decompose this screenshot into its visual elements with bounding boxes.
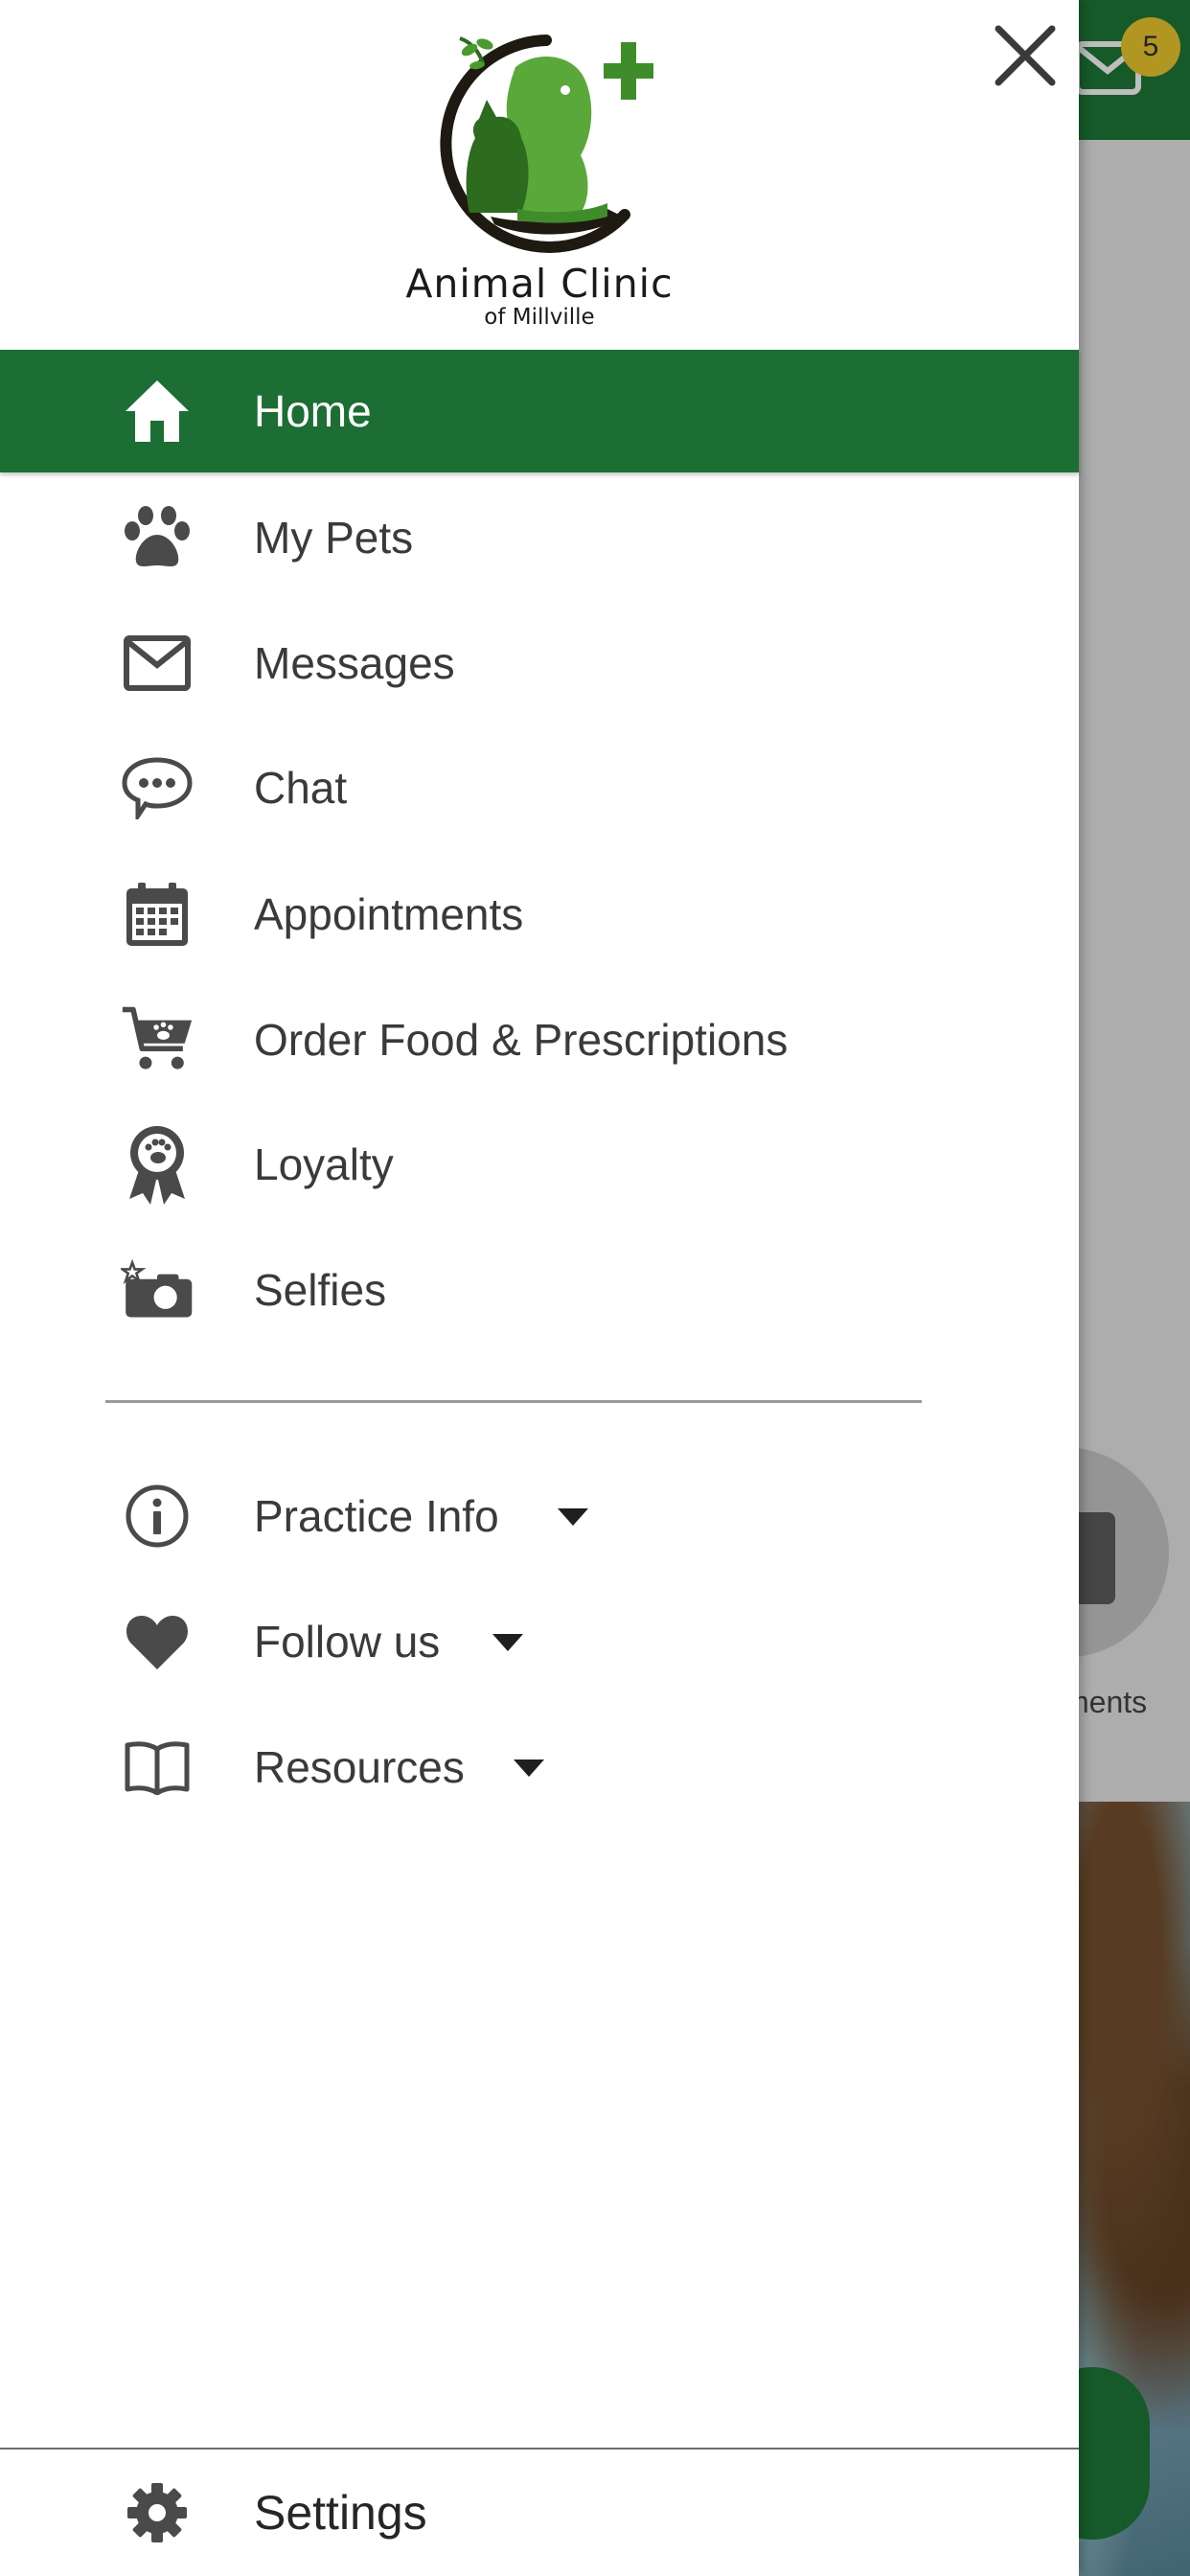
chat-bubble-icon <box>121 751 194 824</box>
menu-label: Resources <box>254 1742 465 1792</box>
menu-item-home[interactable]: Home <box>0 350 1079 472</box>
menu-item-order-food[interactable]: Order Food & Prescriptions <box>0 979 1079 1100</box>
menu-label: Selfies <box>254 1265 387 1315</box>
navigation-drawer: Animal Clinic of Millville Home My Pets <box>0 0 1079 2576</box>
menu-item-selfies[interactable]: Selfies <box>0 1230 1079 1350</box>
clinic-location: of Millville <box>484 305 595 330</box>
chevron-down-icon[interactable] <box>492 1634 523 1651</box>
chevron-down-icon[interactable] <box>514 1760 544 1777</box>
award-ribbon-icon <box>121 1126 194 1205</box>
chevron-down-icon[interactable] <box>558 1508 588 1526</box>
menu-label: Practice Info <box>254 1491 499 1541</box>
gear-icon <box>121 2476 194 2549</box>
menu-label: Chat <box>254 763 348 813</box>
menu-item-appointments[interactable]: Appointments <box>0 854 1079 975</box>
menu-label: Appointments <box>254 889 524 939</box>
camera-icon <box>121 1254 194 1326</box>
section-resources[interactable]: Resources <box>0 1707 1079 1828</box>
menu-item-settings[interactable]: Settings <box>0 2450 1079 2576</box>
menu-label: Settings <box>254 2486 427 2540</box>
menu-label: Loyalty <box>254 1139 394 1189</box>
menu-label: Follow us <box>254 1617 441 1667</box>
calendar-icon <box>121 878 194 951</box>
menu-item-chat[interactable]: Chat <box>0 727 1079 848</box>
envelope-icon <box>121 627 194 700</box>
cart-icon <box>121 1003 194 1076</box>
book-icon <box>121 1731 194 1804</box>
menu-label: My Pets <box>254 513 414 563</box>
menu-divider <box>105 1400 922 1403</box>
paw-icon <box>121 501 194 574</box>
home-icon <box>121 375 194 448</box>
close-icon[interactable] <box>993 23 1058 88</box>
menu-item-my-pets[interactable]: My Pets <box>0 477 1079 598</box>
clinic-name: Animal Clinic <box>405 261 674 307</box>
section-practice-info[interactable]: Practice Info <box>0 1456 1079 1576</box>
menu-item-loyalty[interactable]: Loyalty <box>0 1104 1079 1225</box>
info-icon <box>121 1480 194 1552</box>
menu-label: Home <box>254 386 372 436</box>
section-follow-us[interactable]: Follow us <box>0 1581 1079 1702</box>
heart-icon <box>121 1605 194 1678</box>
menu-label: Order Food & Prescriptions <box>254 1015 789 1065</box>
menu-item-messages[interactable]: Messages <box>0 603 1079 724</box>
menu-label: Messages <box>254 638 455 688</box>
